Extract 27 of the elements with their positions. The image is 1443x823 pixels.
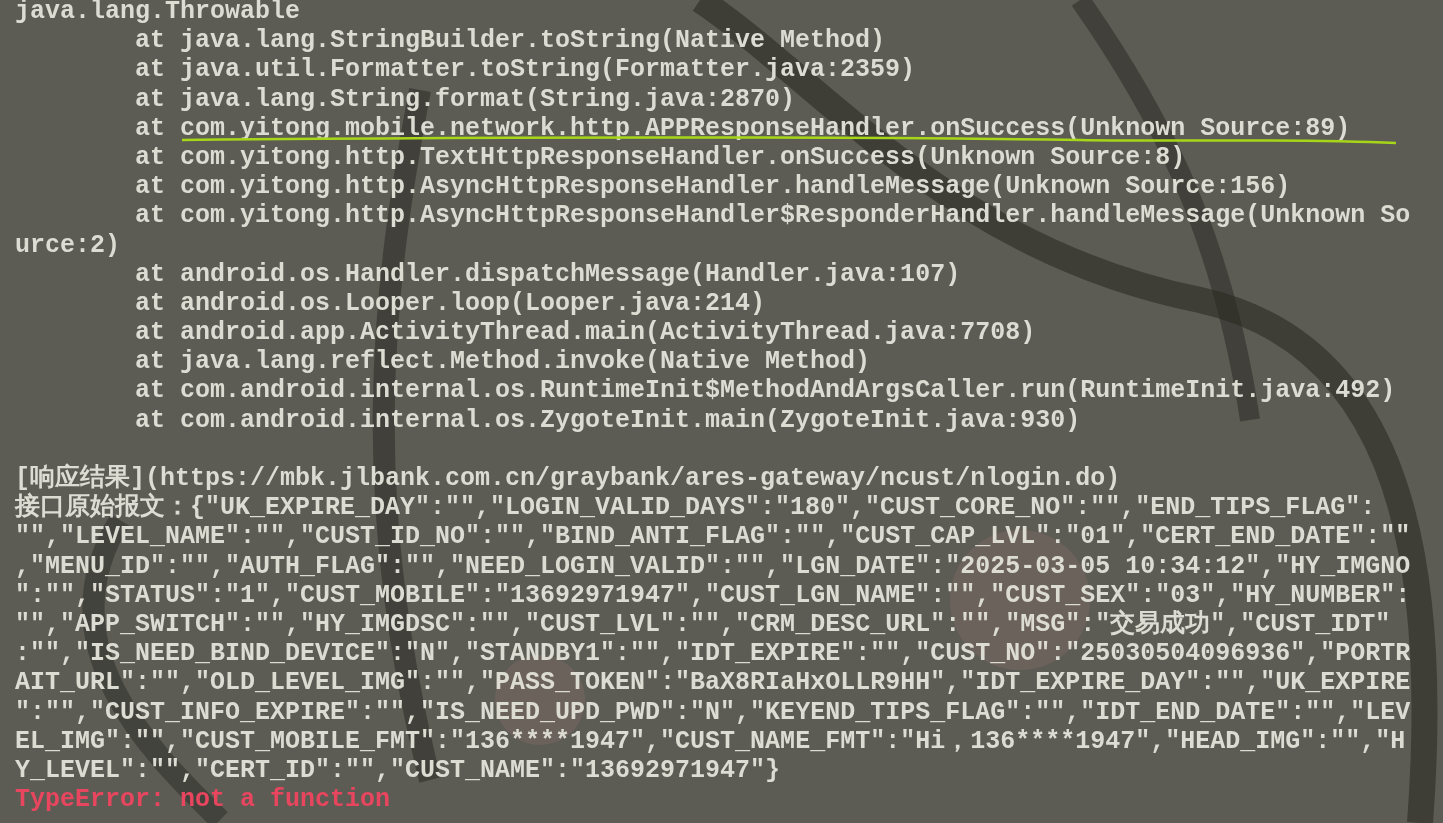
stack-frame-line: at android.app.ActivityThread.main(ActivityThread.java:7708) <box>135 318 1036 348</box>
stack-frame-line: at com.android.internal.os.ZygoteInit.main(ZygoteInit.java:930) <box>135 405 1081 435</box>
log-line: ":"","STATUS":"1","CUST_MOBILE":"13692971947","CUST_LGN_NAME":"","CUST_SEX":"03","HY_NUMBER": <box>15 580 1411 610</box>
stack-frame-line: at android.os.Handler.dispatchMessage(Handler.java:107) <box>135 259 961 289</box>
log-line: "","APP_SWITCH":"","HY_IMGDSC":"","CUST_LVL":"","CRM_DESC_URL":"","MSG":"交易成功","CUST_IDT" <box>15 609 1391 640</box>
stack-frame-line: at com.yitong.http.TextHttpResponseHandler.onSuccess(Unknown Source:8) <box>135 142 1186 173</box>
log-line: Y_LEVEL":"","CERT_ID":"","CUST_NAME":"13692971947"} <box>15 755 781 786</box>
log-line: urce:2) <box>15 230 121 260</box>
log-line: ":"","CUST_INFO_EXPIRE":"","IS_NEED_UPD_PWD":"N","KEYEND_TIPS_FLAG":"","IDT_END_DATE":"","LEV <box>15 697 1411 727</box>
log-line: AIT_URL":"","OLD_LEVEL_IMG":"","PASS_TOKEN":"BaX8RIaHxOLLR9HH","IDT_EXPIRE_DAY":"","UK_EXPIRE <box>15 668 1411 698</box>
log-line: 接口原始报文：{"UK_EXPIRE_DAY":"","LOGIN_VALID_DAYS":"180","CUST_CORE_NO":"","END_TIPS_FLAG": <box>15 493 1376 523</box>
stack-frame-line: at java.lang.StringBuilder.toString(Native Method) <box>135 26 886 56</box>
log-line: [响应结果](https://mbk.jlbank.com.cn/graybank/ares-gateway/ncust/nlogin.do) <box>15 464 1121 493</box>
log-line: :"","IS_NEED_BIND_DEVICE":"N","STANDBY1":"","IDT_EXPIRE":"","CUST_NO":"25030504096936","PORTR <box>15 639 1411 669</box>
log-line: EL_IMG":"","CUST_MOBILE_FMT":"136****1947","CUST_NAME_FMT":"Hi，136****1947","HEAD_IMG":"","H <box>15 726 1406 756</box>
log-line: java.lang.Throwable <box>15 0 301 27</box>
stack-frame-line: at java.lang.reflect.Method.invoke(Native Method) <box>135 347 871 377</box>
stack-frame-line: at com.yitong.mobile.network.http.APPResponseHandler.onSuccess(Unknown Source:89) <box>135 113 1351 143</box>
log-line: ,"MENU_ID":"","AUTH_FLAG":"","NEED_LOGIN_VALID":"","LGN_DATE":"2025-03-05 10:34:12","HY_IMGNO <box>15 551 1411 581</box>
error-line: TypeError: not a function <box>15 785 391 815</box>
log-line: "","LEVEL_NAME":"","CUST_ID_NO":"","BIND_ANTI_FLAG":"","CUST_CAP_LVL":"01","CERT_END_DATE":"" <box>15 522 1411 552</box>
stack-frame-line: at com.yitong.http.AsyncHttpResponseHandler.handleMessage(Unknown Source:156) <box>135 172 1291 202</box>
stack-frame-line: at java.util.Formatter.toString(Formatter.java:2359) <box>135 55 916 85</box>
stack-frame-line: at com.yitong.http.AsyncHttpResponseHandler$ResponderHandler.handleMessage(Unknown So <box>135 201 1411 231</box>
stack-frame-line: at android.os.Looper.loop(Looper.java:214) <box>135 288 766 319</box>
stack-frame-line: at com.android.internal.os.RuntimeInit$MethodAndArgsCaller.run(RuntimeInit.java:492) <box>135 376 1396 406</box>
stack-frame-line: at java.lang.String.format(String.java:2870) <box>135 84 796 114</box>
